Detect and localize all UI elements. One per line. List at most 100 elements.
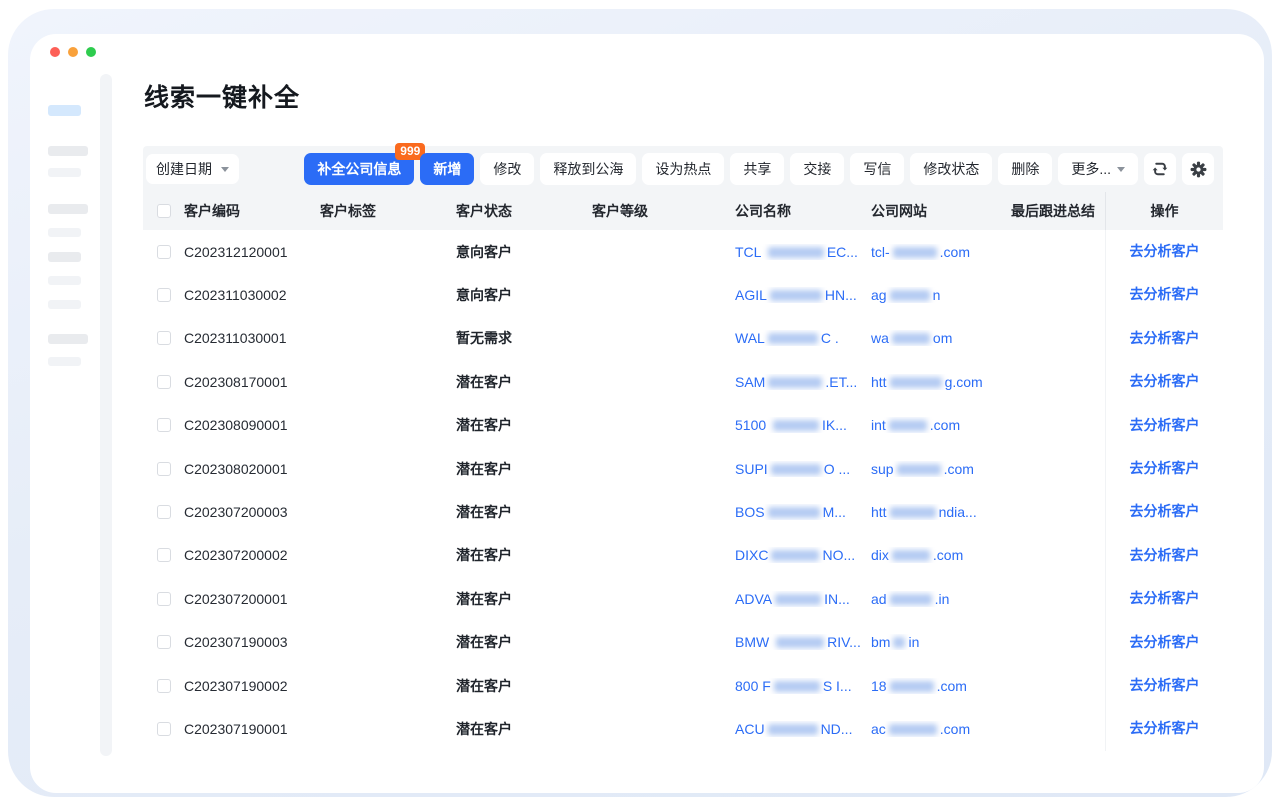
customer-code: C202308020001	[184, 461, 320, 477]
customer-table: 客户编码客户标签客户状态客户等级公司名称公司网站最后跟进总结操作 C202312…	[143, 192, 1223, 751]
company-website-link[interactable]: httg.com	[871, 374, 1011, 390]
company-name-link[interactable]: BOSM...	[735, 504, 871, 520]
row-checkbox[interactable]	[157, 418, 171, 432]
column-header: 客户状态	[456, 201, 592, 221]
sidebar-skeleton-item	[48, 228, 81, 237]
button-label: 删除	[1011, 159, 1039, 179]
company-name-link[interactable]: TCL EC...	[735, 244, 871, 260]
customer-code: C202307200001	[184, 591, 320, 607]
analyze-customer-link[interactable]: 去分析客户	[1130, 590, 1200, 606]
company-name-link[interactable]: 800 FS I...	[735, 678, 871, 694]
analyze-customer-link[interactable]: 去分析客户	[1130, 286, 1200, 302]
sidebar-active-item[interactable]	[48, 105, 81, 116]
company-website-link[interactable]: agn	[871, 287, 1011, 303]
customer-status: 意向客户	[456, 242, 592, 262]
table-row: C202311030002意向客户AGILHN...agn去分析客户	[143, 273, 1223, 316]
text-visible-suffix: .com	[940, 244, 970, 260]
analyze-customer-link[interactable]: 去分析客户	[1130, 373, 1200, 389]
change-status-button[interactable]: 修改状态	[910, 153, 992, 185]
row-actions-cell: 去分析客户	[1105, 621, 1223, 664]
row-checkbox[interactable]	[157, 548, 171, 562]
more-button[interactable]: 更多...	[1058, 153, 1138, 185]
analyze-customer-link[interactable]: 去分析客户	[1130, 720, 1200, 736]
complete-company-info-button[interactable]: 补全公司信息999	[304, 153, 414, 185]
analyze-customer-link[interactable]: 去分析客户	[1130, 417, 1200, 433]
row-actions-cell: 去分析客户	[1105, 360, 1223, 403]
redacted-text	[771, 550, 819, 561]
sidebar-skeleton-item	[48, 146, 88, 156]
row-checkbox[interactable]	[157, 722, 171, 736]
company-website-link[interactable]: 18.com	[871, 678, 1011, 694]
sidebar-skeleton-item	[48, 204, 88, 214]
row-checkbox[interactable]	[157, 288, 171, 302]
table-body: C202312120001意向客户TCL EC...tcl-.com去分析客户C…	[143, 230, 1223, 751]
redacted-text	[768, 377, 822, 388]
analyze-customer-link[interactable]: 去分析客户	[1130, 243, 1200, 259]
write-email-button[interactable]: 写信	[850, 153, 904, 185]
analyze-customer-link[interactable]: 去分析客户	[1130, 503, 1200, 519]
row-checkbox-cell	[143, 635, 184, 649]
company-name-link[interactable]: ACUND...	[735, 721, 871, 737]
create-date-filter-select[interactable]: 创建日期	[146, 154, 239, 184]
row-checkbox[interactable]	[157, 331, 171, 345]
company-name-link[interactable]: SUPIO ...	[735, 461, 871, 477]
row-checkbox[interactable]	[157, 375, 171, 389]
company-name-link[interactable]: ADVAIN...	[735, 591, 871, 607]
analyze-customer-link[interactable]: 去分析客户	[1130, 460, 1200, 476]
analyze-customer-link[interactable]: 去分析客户	[1130, 547, 1200, 563]
column-header: 客户等级	[592, 201, 735, 221]
company-name-link[interactable]: DIXCNO...	[735, 547, 871, 563]
redacted-text	[773, 420, 819, 431]
window-minimize-button[interactable]	[68, 47, 78, 57]
company-name-link[interactable]: 5100 IK...	[735, 417, 871, 433]
customer-status: 潜在客户	[456, 459, 592, 479]
row-checkbox-cell	[143, 592, 184, 606]
text-visible-suffix: ND...	[821, 721, 853, 737]
analyze-customer-link[interactable]: 去分析客户	[1130, 634, 1200, 650]
table-row: C202307190002潜在客户800 FS I...18.com去分析客户	[143, 664, 1223, 707]
set-hot-button[interactable]: 设为热点	[642, 153, 724, 185]
share-button[interactable]: 共享	[730, 153, 784, 185]
handover-button[interactable]: 交接	[790, 153, 844, 185]
company-website-link[interactable]: int.com	[871, 417, 1011, 433]
row-checkbox[interactable]	[157, 245, 171, 259]
row-checkbox[interactable]	[157, 505, 171, 519]
row-checkbox[interactable]	[157, 679, 171, 693]
sidebar-skeleton-item	[48, 334, 88, 344]
company-website-link[interactable]: httndia...	[871, 504, 1011, 520]
window-close-button[interactable]	[50, 47, 60, 57]
company-website-link[interactable]: tcl-.com	[871, 244, 1011, 260]
select-all-checkbox[interactable]	[157, 204, 171, 218]
company-website-link[interactable]: sup.com	[871, 461, 1011, 477]
edit-button[interactable]: 修改	[480, 153, 534, 185]
redacted-text	[768, 507, 820, 518]
company-website-link[interactable]: dix.com	[871, 547, 1011, 563]
delete-button[interactable]: 删除	[998, 153, 1052, 185]
text-visible-prefix: 5100	[735, 417, 770, 433]
window-zoom-button[interactable]	[86, 47, 96, 57]
company-website-link[interactable]: bmin	[871, 634, 1011, 650]
refresh-button[interactable]	[1144, 153, 1176, 185]
company-name-link[interactable]: SAM.ET...	[735, 374, 871, 390]
company-name-link[interactable]: AGILHN...	[735, 287, 871, 303]
row-checkbox[interactable]	[157, 462, 171, 476]
row-checkbox[interactable]	[157, 635, 171, 649]
text-visible-prefix: ad	[871, 591, 887, 607]
company-name-link[interactable]: WALC .	[735, 330, 871, 346]
company-website-link[interactable]: waom	[871, 330, 1011, 346]
add-button[interactable]: 新增	[420, 153, 474, 185]
text-visible-prefix: TCL	[735, 244, 765, 260]
analyze-customer-link[interactable]: 去分析客户	[1130, 330, 1200, 346]
release-to-public-pool-button[interactable]: 释放到公海	[540, 153, 636, 185]
redacted-text	[890, 507, 936, 518]
company-website-link[interactable]: ad.in	[871, 591, 1011, 607]
row-checkbox[interactable]	[157, 592, 171, 606]
company-website-link[interactable]: ac.com	[871, 721, 1011, 737]
settings-button[interactable]	[1182, 153, 1214, 185]
customer-code: C202307200002	[184, 547, 320, 563]
text-visible-suffix: S I...	[823, 678, 852, 694]
customer-code: C202307190002	[184, 678, 320, 694]
text-visible-suffix: om	[933, 330, 952, 346]
analyze-customer-link[interactable]: 去分析客户	[1130, 677, 1200, 693]
company-name-link[interactable]: BMW RIV...	[735, 634, 871, 650]
